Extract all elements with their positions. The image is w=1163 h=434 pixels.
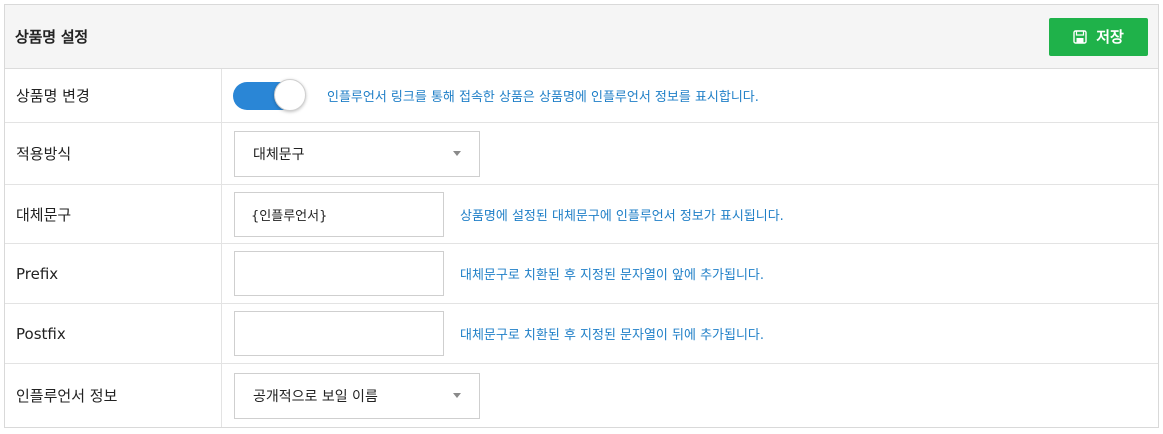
row-value: 대체문구로 치환된 후 지정된 문자열이 뒤에 추가됩니다. [222,304,1158,363]
select-value: 대체문구 [253,146,305,163]
product-name-change-toggle[interactable] [233,78,306,113]
row-product-name-change: 상품명 변경 인플루언서 링크를 통해 접속한 상품은 상품명에 인플루언서 정… [5,69,1158,123]
row-postfix: Postfix 대체문구로 치환된 후 지정된 문자열이 뒤에 추가됩니다. [5,304,1158,364]
row-label: 상품명 변경 [5,69,222,122]
chevron-down-icon [453,151,461,156]
row-label: 인플루언서 정보 [5,364,222,427]
prefix-input[interactable] [234,251,444,296]
panel-title: 상품명 설정 [15,28,89,46]
row-value: 공개적으로 보일 이름 [222,364,1158,427]
postfix-input[interactable] [234,311,444,356]
influencer-info-select[interactable]: 공개적으로 보일 이름 [234,372,480,419]
row-value: 인플루언서 링크를 통해 접속한 상품은 상품명에 인플루언서 정보를 표시합니… [222,69,1158,122]
row-value: 상품명에 설정된 대체문구에 인플루언서 정보가 표시됩니다. [222,185,1158,243]
row-label: 대체문구 [5,185,222,243]
row-label: Prefix [5,244,222,303]
row-influencer-info: 인플루언서 정보 공개적으로 보일 이름 [5,364,1158,427]
select-value: 공개적으로 보일 이름 [253,388,378,405]
row-label: Postfix [5,304,222,363]
chevron-down-icon [453,393,461,398]
row-value: 대체문구 [222,123,1158,184]
product-name-change-hint: 인플루언서 링크를 통해 접속한 상품은 상품명에 인플루언서 정보를 표시합니… [327,90,759,105]
row-prefix: Prefix 대체문구로 치환된 후 지정된 문자열이 앞에 추가됩니다. [5,244,1158,304]
postfix-hint: 대체문구로 치환된 후 지정된 문자열이 뒤에 추가됩니다. [460,328,765,343]
row-apply-method: 적용방식 대체문구 [5,123,1158,185]
row-replacement-text: 대체문구 상품명에 설정된 대체문구에 인플루언서 정보가 표시됩니다. [5,185,1158,244]
save-button-label: 저장 [1096,28,1124,46]
panel-header: 상품명 설정 저장 [5,5,1158,69]
toggle-knob [274,78,306,111]
row-value: 대체문구로 치환된 후 지정된 문자열이 앞에 추가됩니다. [222,244,1158,303]
product-name-settings-panel: 상품명 설정 저장 상품명 변경 인플루언서 링크를 통해 접속한 상품은 상품… [4,4,1159,428]
apply-method-select[interactable]: 대체문구 [234,130,480,177]
replacement-hint: 상품명에 설정된 대체문구에 인플루언서 정보가 표시됩니다. [460,208,784,224]
prefix-hint: 대체문구로 치환된 후 지정된 문자열이 앞에 추가됩니다. [460,268,765,283]
save-button[interactable]: 저장 [1049,17,1148,56]
row-label: 적용방식 [5,123,222,184]
save-icon [1073,29,1087,44]
replacement-text-input[interactable] [234,191,444,237]
